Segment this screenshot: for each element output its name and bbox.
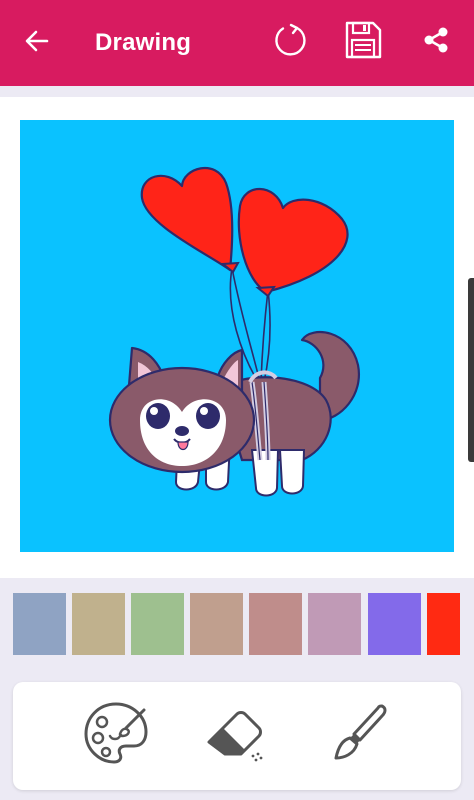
eraser-tool-button[interactable] (197, 694, 277, 774)
brush-tool-button[interactable] (318, 694, 398, 774)
color-swatch[interactable] (427, 593, 460, 655)
color-swatch[interactable] (13, 593, 66, 655)
color-swatch[interactable] (72, 593, 125, 655)
husky-balloons-illustration (108, 166, 361, 497)
color-palette (0, 578, 474, 668)
color-swatch[interactable] (308, 593, 361, 655)
drawing-screen: Drawing (0, 0, 474, 800)
color-swatch[interactable] (131, 593, 184, 655)
color-swatch[interactable] (190, 593, 243, 655)
tool-bar (13, 682, 461, 790)
palette-tool-button[interactable] (76, 694, 156, 774)
eraser-icon (207, 711, 263, 762)
color-swatch[interactable] (368, 593, 421, 655)
refresh-icon (275, 23, 306, 56)
back-button[interactable] (20, 24, 54, 58)
drawing-canvas[interactable] (20, 120, 454, 552)
save-icon (345, 21, 382, 59)
palette-icon (84, 702, 148, 764)
scroll-indicator (468, 278, 474, 462)
save-button[interactable] (341, 18, 385, 62)
page-title: Drawing (95, 29, 192, 56)
app-toolbar: Drawing (0, 0, 474, 86)
back-arrow-icon (25, 30, 49, 52)
share-button[interactable] (414, 18, 458, 62)
brush-icon (334, 704, 387, 760)
refresh-button[interactable] (268, 18, 312, 62)
color-swatch[interactable] (249, 593, 302, 655)
share-icon (424, 27, 448, 53)
canvas-container (0, 97, 474, 578)
